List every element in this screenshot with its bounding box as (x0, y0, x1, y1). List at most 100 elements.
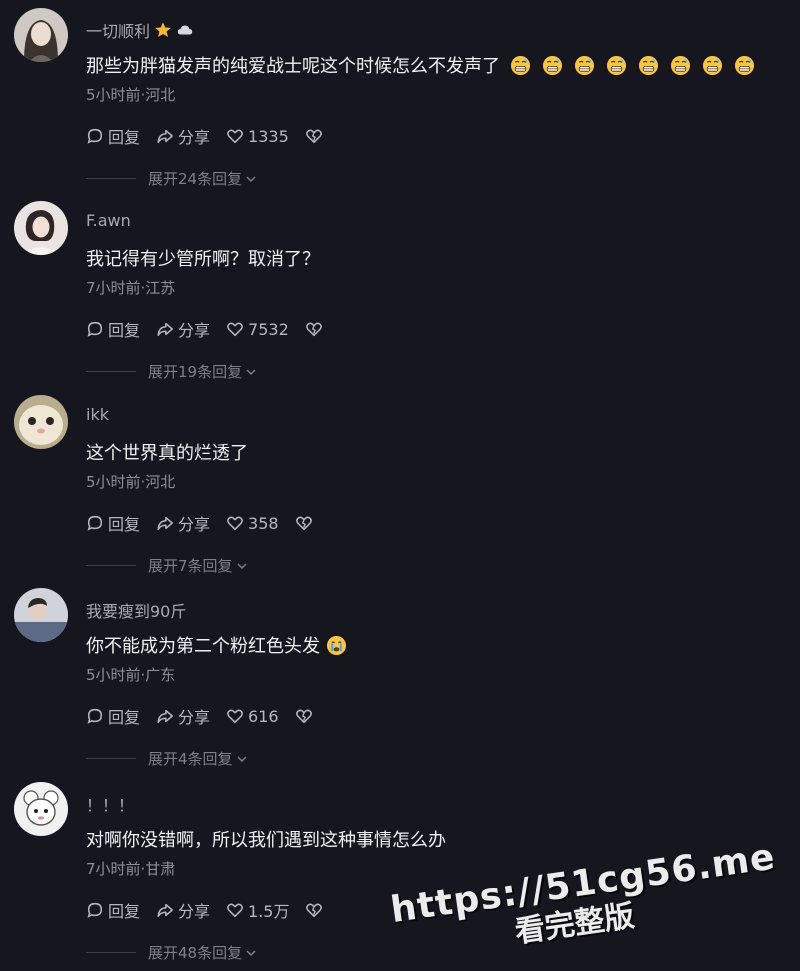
expand-replies: 展开24条回复 (86, 168, 257, 189)
like-count: 1.5万 (248, 902, 290, 921)
divider-line (86, 952, 136, 953)
expand-replies: 展开7条回复 (86, 555, 248, 576)
heart-icon (227, 709, 243, 724)
comment-item: 一切顺利 那些为胖猫发声的纯爱战士呢这个时候怎么不发声了 5小时前·河北 回复 … (0, 0, 800, 190)
dislike-button[interactable] (295, 514, 313, 532)
avatar[interactable] (14, 588, 68, 642)
like-button[interactable]: 616 (226, 707, 279, 726)
expand-replies-button[interactable]: 展开48条回复 (148, 942, 257, 963)
comment-text: 我记得有少管所啊？取消了？ (86, 245, 320, 271)
divider-line (86, 371, 136, 372)
broken-heart-icon (295, 709, 312, 724)
share-arrow-icon (157, 322, 173, 337)
share-arrow-icon (157, 709, 173, 724)
username[interactable]: F.awn (86, 211, 131, 230)
reply-button[interactable]: 回复 (86, 511, 140, 535)
grimacing-sweat-emoji (702, 55, 723, 75)
avatar[interactable] (14, 8, 68, 62)
comment-meta: 5小时前·河北 (86, 473, 176, 491)
share-arrow-icon (157, 903, 173, 918)
comment-item: 我要瘦到90斤 你不能成为第二个粉红色头发 5小时前·广东 回复 分享 616 (0, 580, 800, 770)
star-icon (155, 22, 171, 38)
reply-bubble-icon (87, 708, 103, 724)
expand-replies: 展开19条回复 (86, 361, 257, 382)
heart-icon (227, 322, 243, 337)
broken-heart-icon (305, 129, 322, 144)
comment-actions: 回复 分享 1.5万 (86, 898, 323, 922)
username[interactable]: 一切顺利 (86, 18, 194, 42)
avatar-woman-icon (14, 8, 68, 62)
username-text: 一切顺利 (86, 22, 151, 41)
comment-actions: 回复 分享 616 (86, 704, 313, 728)
reply-bubble-icon (87, 321, 103, 337)
username[interactable]: ！！！ (86, 792, 134, 816)
avatar[interactable] (14, 782, 68, 836)
share-button[interactable]: 分享 (156, 124, 210, 148)
like-count: 616 (248, 706, 279, 726)
grimacing-sweat-emoji (574, 55, 595, 75)
expand-replies-label: 展开19条回复 (148, 363, 243, 381)
chevron-down-icon (237, 562, 247, 569)
expand-replies-button[interactable]: 展开4条回复 (148, 748, 248, 769)
crying-emoji (326, 635, 347, 655)
share-button[interactable]: 分享 (156, 898, 210, 922)
heart-icon (227, 903, 243, 918)
username-text: ！！！ (86, 796, 135, 815)
username-text: 我要瘦到90斤 (86, 602, 187, 621)
avatar-cartoon-sheep-icon (14, 782, 68, 836)
share-arrow-icon (157, 516, 173, 531)
grimacing-sweat-emoji (542, 55, 563, 75)
expand-replies-button[interactable]: 展开24条回复 (148, 168, 257, 189)
dislike-button[interactable] (305, 127, 323, 145)
expand-replies-label: 展开24条回复 (148, 170, 243, 188)
cloud-icon (177, 25, 193, 35)
share-label: 分享 (178, 321, 211, 340)
comment-text-body: 我记得有少管所啊？取消了？ (86, 249, 320, 270)
expand-replies-button[interactable]: 展开19条回复 (148, 361, 257, 382)
share-label: 分享 (178, 128, 211, 147)
broken-heart-icon (305, 322, 322, 337)
expand-replies-label: 展开4条回复 (148, 750, 233, 768)
like-count: 358 (248, 513, 279, 533)
like-button[interactable]: 1335 (226, 127, 289, 146)
avatar[interactable] (14, 395, 68, 449)
comment-meta: 5小时前·河北 (86, 86, 176, 104)
dislike-button[interactable] (305, 901, 323, 919)
comment-actions: 回复 分享 1335 (86, 124, 323, 148)
share-button[interactable]: 分享 (156, 704, 210, 728)
share-label: 分享 (178, 515, 211, 534)
like-button[interactable]: 1.5万 (226, 898, 289, 922)
reply-label: 回复 (108, 902, 141, 921)
comment-text-body: 你不能成为第二个粉红色头发 (86, 636, 320, 657)
avatar-portrait-icon (14, 201, 68, 255)
username[interactable]: ikk (86, 405, 109, 424)
reply-button[interactable]: 回复 (86, 898, 140, 922)
reply-button[interactable]: 回复 (86, 704, 140, 728)
share-arrow-icon (157, 129, 173, 144)
like-button[interactable]: 7532 (226, 320, 289, 339)
username[interactable]: 我要瘦到90斤 (86, 598, 186, 622)
comment-text-body: 这个世界真的烂透了 (86, 443, 248, 464)
dislike-button[interactable] (295, 707, 313, 725)
comment-actions: 回复 分享 358 (86, 511, 313, 535)
share-button[interactable]: 分享 (156, 511, 210, 535)
like-count: 1335 (248, 126, 289, 146)
like-button[interactable]: 358 (226, 514, 279, 533)
expand-replies-label: 展开48条回复 (148, 944, 243, 962)
reply-bubble-icon (87, 515, 103, 531)
grimacing-sweat-emoji (510, 55, 531, 75)
comment-meta: 5小时前·广东 (86, 666, 176, 684)
reply-button[interactable]: 回复 (86, 124, 140, 148)
dislike-button[interactable] (305, 320, 323, 338)
expand-replies-label: 展开7条回复 (148, 557, 233, 575)
chevron-down-icon (246, 949, 256, 956)
share-button[interactable]: 分享 (156, 317, 210, 341)
comment-text: 那些为胖猫发声的纯爱战士呢这个时候怎么不发声了 (86, 52, 755, 78)
expand-replies-button[interactable]: 展开7条回复 (148, 555, 248, 576)
avatar[interactable] (14, 201, 68, 255)
comment-text-body: 那些为胖猫发声的纯爱战士呢这个时候怎么不发声了 (86, 56, 500, 77)
heart-icon (227, 516, 243, 531)
reply-button[interactable]: 回复 (86, 317, 140, 341)
reply-bubble-icon (87, 902, 103, 918)
divider-line (86, 178, 136, 179)
